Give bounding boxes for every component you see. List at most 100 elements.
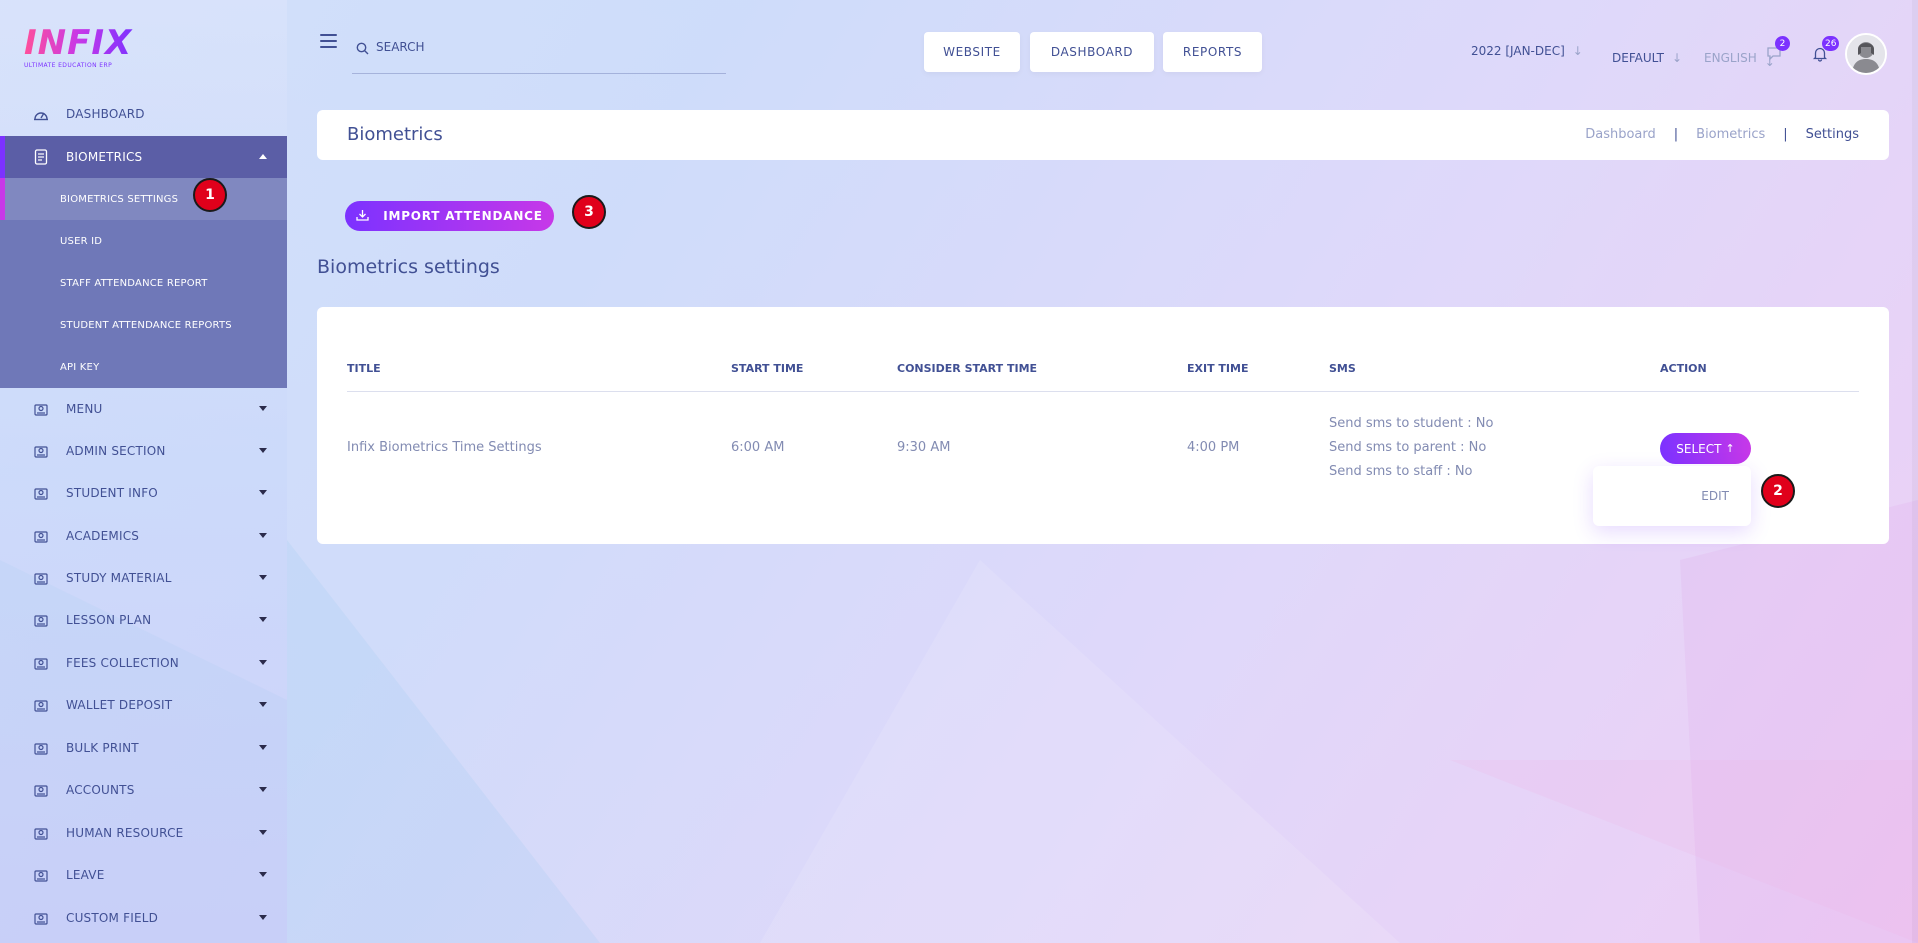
wallet-icon (32, 697, 50, 713)
student-icon (32, 485, 50, 501)
admin-icon (32, 443, 50, 459)
column-header-sms: SMS (1329, 362, 1356, 375)
action-dropdown-menu: EDIT (1593, 466, 1751, 526)
submenu-label: API KEY (60, 361, 100, 373)
sidebar-item-study-material[interactable]: STUDY MATERIAL (0, 557, 287, 599)
arrow-down-icon: ↓ (1671, 51, 1683, 65)
messages-button[interactable]: 2 (1766, 36, 1790, 62)
breadcrumb-settings: Settings (1805, 127, 1859, 142)
sidebar-item-admin-section[interactable]: ADMIN SECTION (0, 430, 287, 472)
sidebar-item-biometrics[interactable]: BIOMETRICS (0, 136, 287, 178)
sidebar-item-leave[interactable]: LEAVE (0, 854, 287, 896)
sidebar-item-label: WALLET DEPOSIT (66, 698, 173, 712)
sidebar-item-dashboard[interactable]: DASHBOARD (0, 93, 287, 135)
submenu-user-id[interactable]: USER ID (0, 220, 287, 262)
sidebar-item-custom-field[interactable]: CUSTOM FIELD (0, 897, 287, 939)
page-scrollbar[interactable] (1912, 0, 1918, 943)
chevron-down-icon (259, 702, 267, 707)
chevron-down-icon (259, 406, 267, 411)
sidebar-item-label: LEAVE (66, 868, 105, 882)
hamburger-menu-icon[interactable] (320, 34, 337, 48)
sidebar-item-label: ACCOUNTS (66, 783, 135, 797)
sidebar-item-student-info[interactable]: STUDENT INFO (0, 472, 287, 514)
theme-language-selector: DEFAULT ↓ ENGLISH ↓ (1612, 47, 1775, 69)
chevron-down-icon (259, 745, 267, 750)
academic-year-select[interactable]: 2022 [JAN-DEC] ↓ (1471, 44, 1583, 58)
academics-icon (32, 528, 50, 544)
submenu-label: STUDENT ATTENDANCE REPORTS (60, 319, 232, 331)
sidebar-item-human-resource[interactable]: HUMAN RESOURCE (0, 812, 287, 854)
search-bar (352, 32, 726, 74)
sidebar-item-wallet-deposit[interactable]: WALLET DEPOSIT (0, 684, 287, 726)
fingerprint-doc-icon (32, 149, 50, 165)
chevron-down-icon (259, 448, 267, 453)
column-header-action: ACTION (1660, 362, 1707, 375)
notifications-button[interactable]: 26 (1812, 36, 1840, 62)
sidebar-item-label: STUDY MATERIAL (66, 571, 172, 585)
header-divider (347, 391, 1859, 392)
submenu-student-attendance-reports[interactable]: STUDENT ATTENDANCE REPORTS (0, 304, 287, 346)
website-button[interactable]: WEBSITE (924, 32, 1020, 72)
sidebar-item-menu[interactable]: MENU (0, 388, 287, 430)
custom-field-icon (32, 910, 50, 926)
sidebar-item-label: ADMIN SECTION (66, 444, 166, 458)
cell-sms-staff: Send sms to staff : No (1329, 464, 1473, 479)
sidebar-item-label: BIOMETRICS (66, 150, 143, 164)
reports-button[interactable]: REPORTS (1163, 32, 1262, 72)
sidebar-item-lesson-plan[interactable]: LESSON PLAN (0, 599, 287, 641)
submenu-biometrics-settings[interactable]: BIOMETRICS SETTINGS (0, 178, 287, 220)
sidebar-item-accounts[interactable]: ACCOUNTS (0, 769, 287, 811)
theme-select[interactable]: DEFAULT (1612, 51, 1664, 65)
breadcrumb-biometrics[interactable]: Biometrics (1696, 127, 1765, 142)
sidebar-item-fees-collection[interactable]: FEES COLLECTION (0, 642, 287, 684)
submenu-api-key[interactable]: API KEY (0, 346, 287, 388)
sidebar-item-label: MENU (66, 402, 103, 416)
sidebar-item-bulk-print[interactable]: BULK PRINT (0, 727, 287, 769)
import-attendance-button[interactable]: IMPORT ATTENDANCE (345, 201, 554, 231)
import-attendance-label: IMPORT ATTENDANCE (383, 209, 543, 223)
search-input[interactable] (376, 36, 706, 58)
sidebar-item-academics[interactable]: ACADEMICS (0, 515, 287, 557)
cell-sms-parent: Send sms to parent : No (1329, 440, 1487, 455)
breadcrumb-separator: | (1783, 127, 1788, 142)
edit-menu-item[interactable]: EDIT (1701, 489, 1729, 503)
fees-icon (32, 655, 50, 671)
sidebar-item-label: STUDENT INFO (66, 486, 158, 500)
accounts-icon (32, 782, 50, 798)
sidebar-item-label: HUMAN RESOURCE (66, 826, 184, 840)
infix-logo[interactable]: INFIX ULTIMATE EDUCATION ERP (24, 24, 134, 72)
user-silhouette-icon (1847, 35, 1885, 73)
leave-icon (32, 867, 50, 883)
select-label: SELECT (1676, 441, 1722, 456)
user-avatar[interactable] (1845, 33, 1887, 75)
cell-start-time: 6:00 AM (731, 440, 785, 455)
chevron-down-icon (259, 533, 267, 538)
cell-title: Infix Biometrics Time Settings (347, 440, 542, 455)
dashboard-button[interactable]: DASHBOARD (1030, 32, 1154, 72)
chevron-up-icon (259, 154, 267, 159)
lesson-plan-icon (32, 612, 50, 628)
study-material-icon (32, 570, 50, 586)
column-header-exit-time: EXIT TIME (1187, 362, 1249, 375)
dashboard-gauge-icon (32, 106, 50, 122)
sidebar-item-label: CUSTOM FIELD (66, 911, 159, 925)
chevron-down-icon (259, 575, 267, 580)
breadcrumb-dashboard[interactable]: Dashboard (1585, 127, 1656, 142)
language-select[interactable]: ENGLISH (1704, 51, 1757, 65)
page-title-bar: Biometrics Dashboard | Biometrics | Sett… (317, 110, 1889, 160)
annotation-marker-2: 2 (1761, 474, 1795, 508)
search-icon (356, 40, 369, 59)
page-title: Biometrics (347, 124, 443, 145)
chevron-down-icon (259, 787, 267, 792)
select-action-button[interactable]: SELECT ↑ (1660, 433, 1751, 464)
annotation-marker-1: 1 (193, 178, 227, 212)
submenu-label: BIOMETRICS SETTINGS (60, 193, 179, 205)
chevron-down-icon (259, 830, 267, 835)
submenu-staff-attendance-report[interactable]: STAFF ATTENDANCE REPORT (0, 262, 287, 304)
print-icon (32, 740, 50, 756)
sidebar: INFIX ULTIMATE EDUCATION ERP DASHBOARD B… (0, 0, 287, 943)
biometrics-settings-table: TITLE START TIME CONSIDER START TIME EXI… (317, 307, 1889, 544)
column-header-start-time: START TIME (731, 362, 804, 375)
submenu-label: USER ID (60, 235, 103, 247)
chevron-down-icon (259, 915, 267, 920)
